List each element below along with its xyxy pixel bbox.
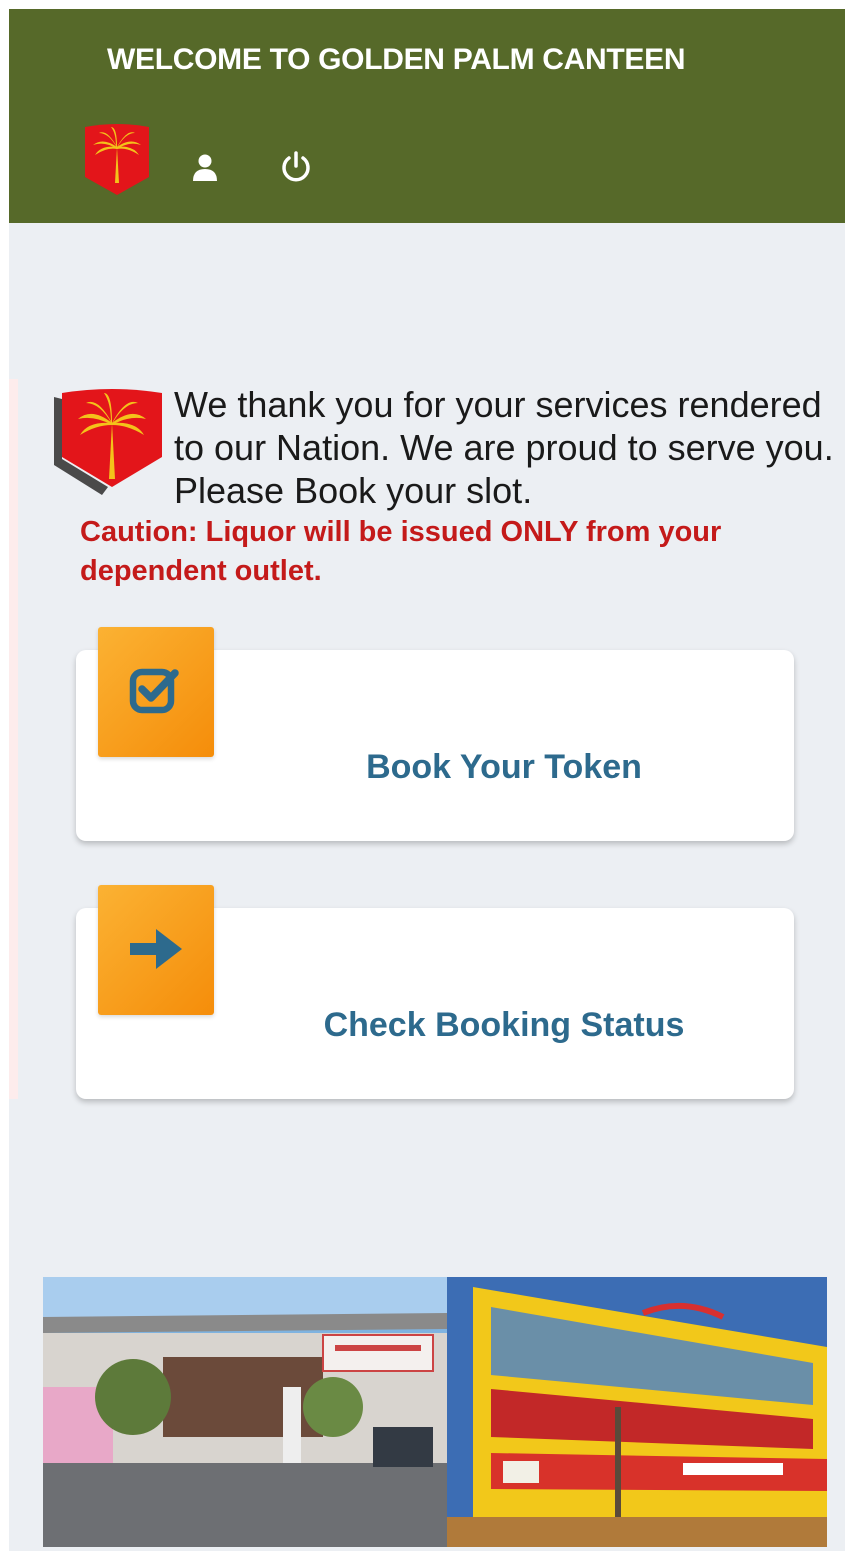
canteen-photo bbox=[43, 1277, 827, 1547]
caution-message: Caution: Liquor will be issued ONLY from… bbox=[80, 516, 722, 587]
check-status-label: Check Booking Status bbox=[323, 1006, 685, 1044]
intro-section: We thank you for your services rendered … bbox=[52, 383, 842, 587]
header-title: WELCOME TO GOLDEN PALM CANTEEN bbox=[107, 43, 686, 76]
book-token-label: Book Your Token bbox=[366, 748, 642, 786]
book-token-button[interactable]: Book Your Token bbox=[76, 627, 794, 841]
checkbox-icon bbox=[129, 668, 179, 714]
left-edge-strip bbox=[9, 379, 18, 1099]
arrow-right-icon bbox=[130, 929, 182, 969]
thank-you-message: We thank you for your services rendered … bbox=[174, 384, 834, 511]
check-booking-status-button[interactable]: Check Booking Status bbox=[76, 885, 794, 1099]
user-icon[interactable] bbox=[187, 149, 223, 185]
palm-shield-logo bbox=[54, 389, 162, 495]
app-screen: WELCOME TO GOLDEN PALM CANTEEN We thank … bbox=[9, 9, 845, 1551]
app-header: WELCOME TO GOLDEN PALM CANTEEN bbox=[9, 9, 845, 223]
book-token-badge bbox=[98, 627, 214, 757]
check-status-badge bbox=[98, 885, 214, 1015]
palm-shield-logo bbox=[85, 124, 149, 195]
power-icon[interactable] bbox=[278, 149, 314, 185]
